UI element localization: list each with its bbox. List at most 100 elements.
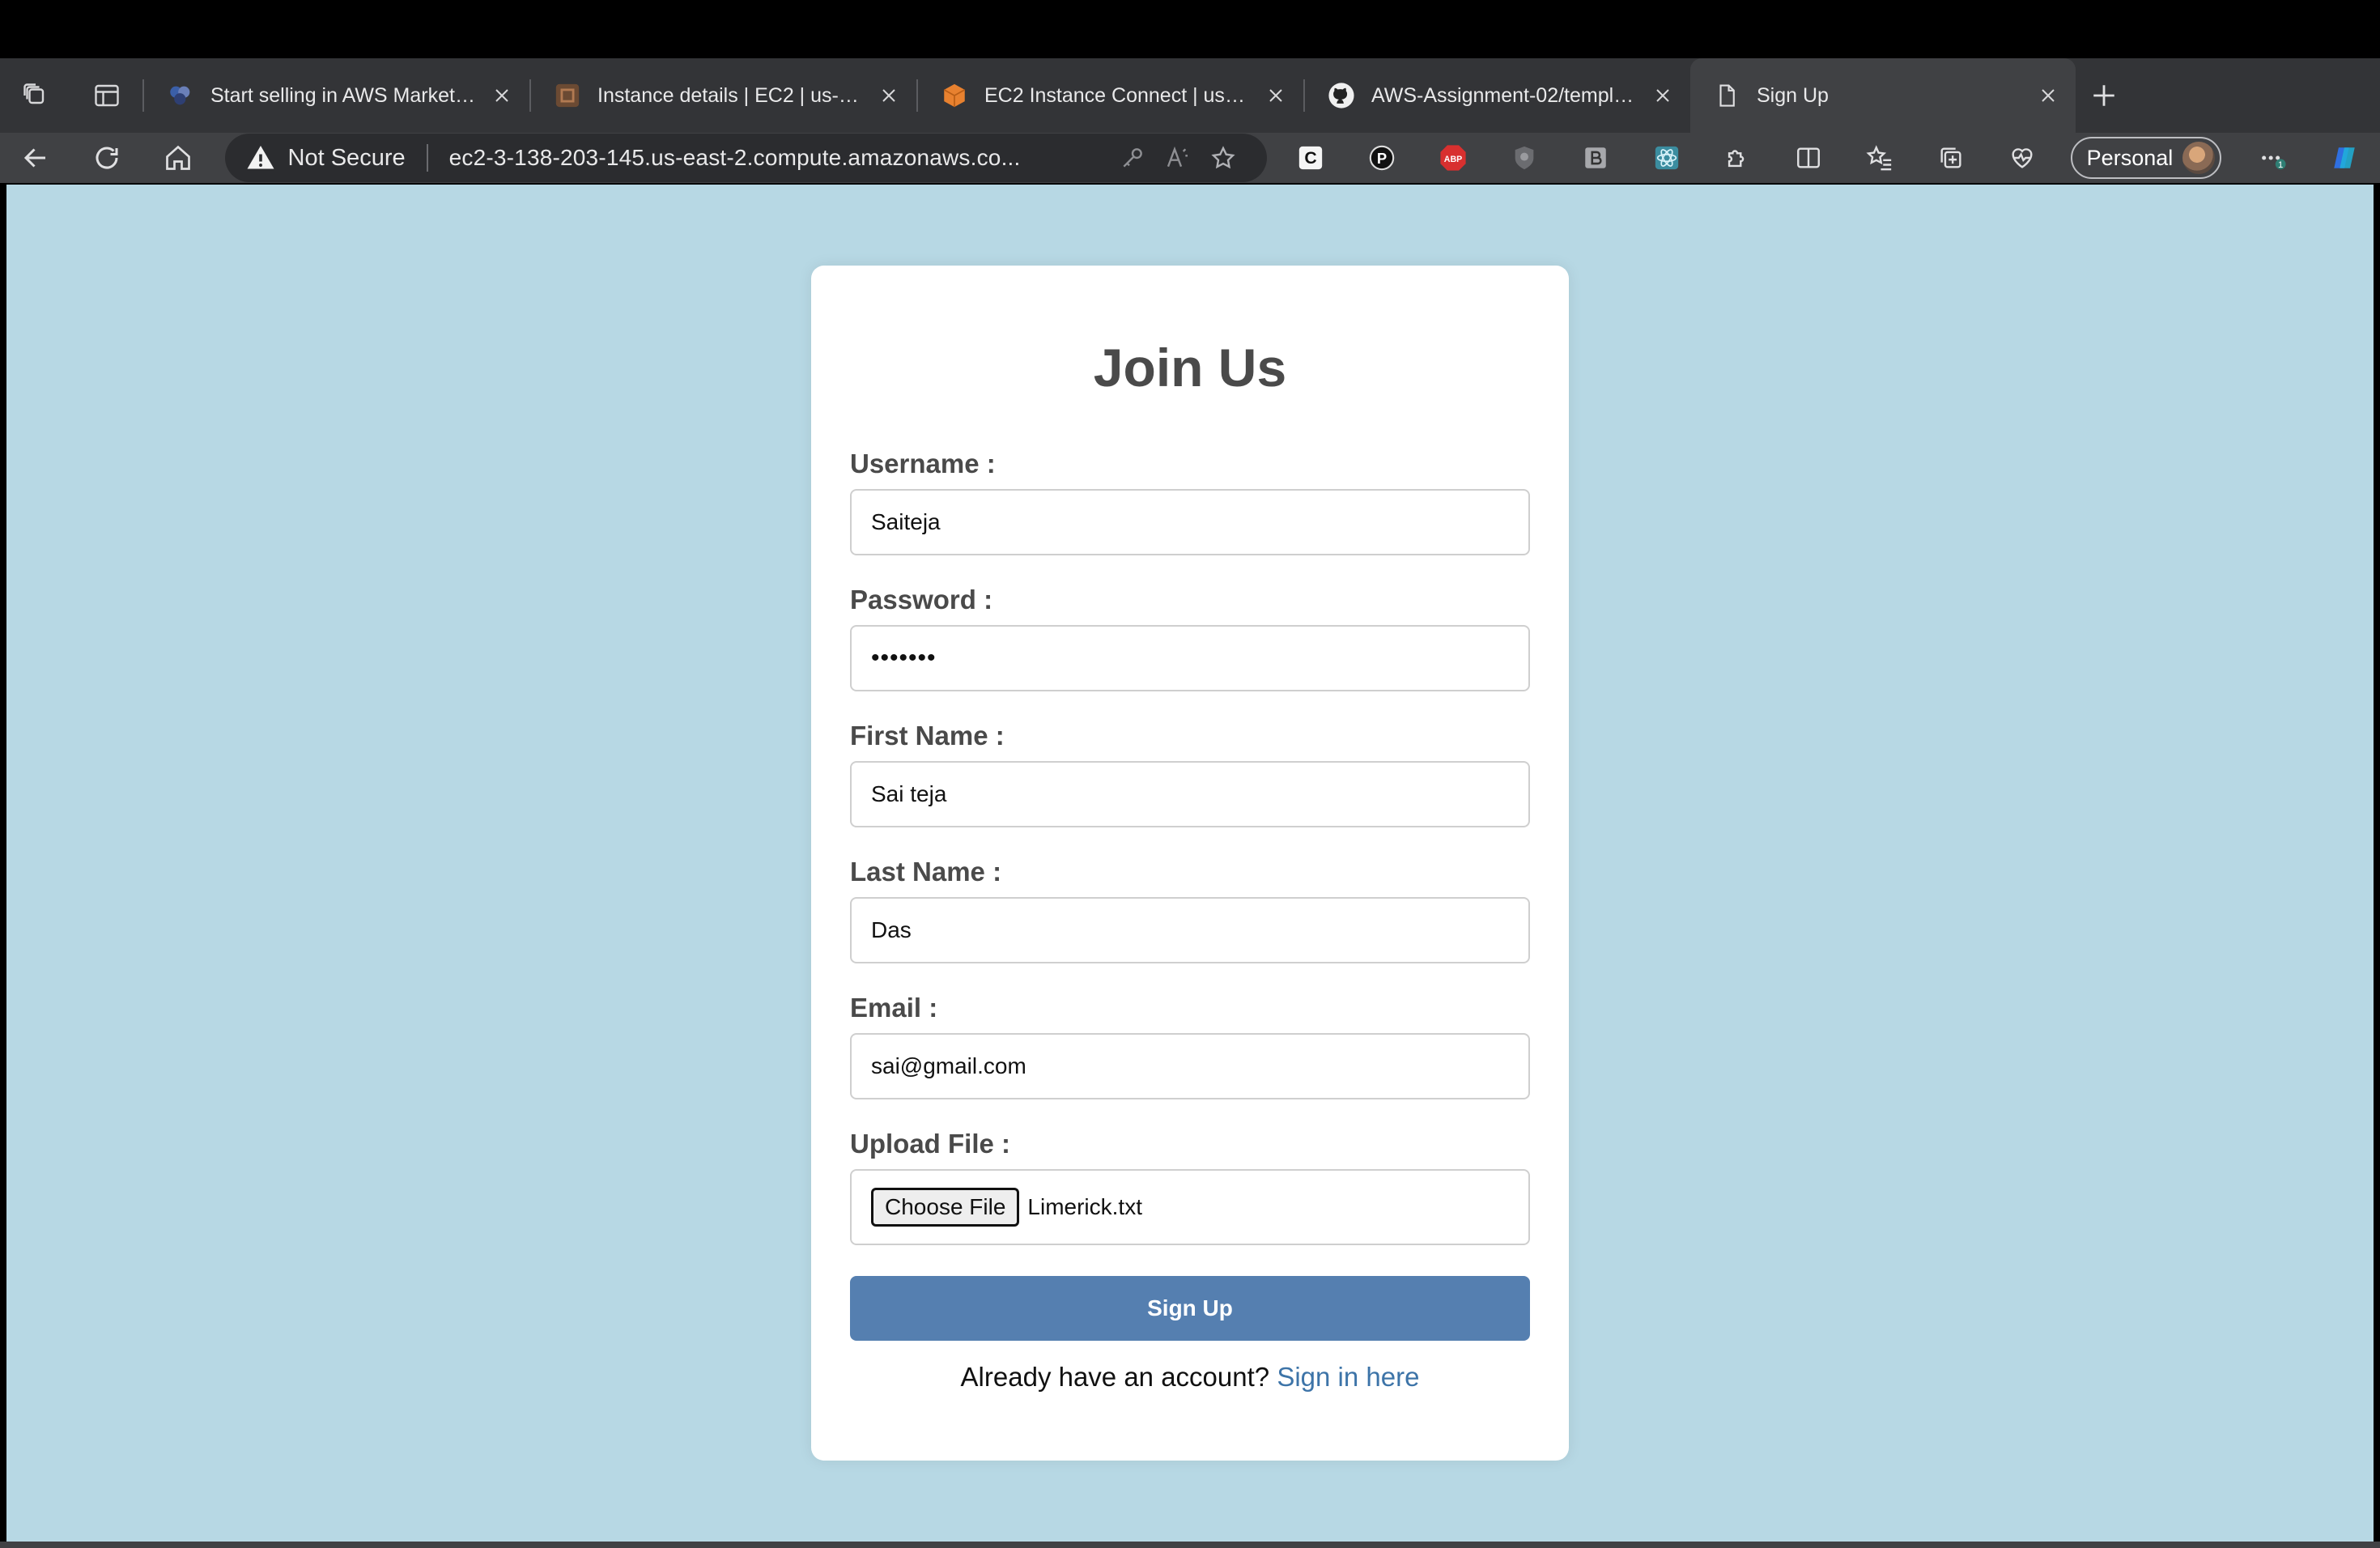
tab-ec2-instance-connect[interactable]: EC2 Instance Connect | us-east-2 xyxy=(918,58,1303,133)
home-button[interactable] xyxy=(142,133,214,183)
password-key-button[interactable] xyxy=(1110,134,1155,182)
settings-menu-button[interactable]: 1 xyxy=(2238,133,2309,183)
github-icon xyxy=(1328,82,1355,109)
star-icon xyxy=(1211,146,1235,169)
refresh-button[interactable] xyxy=(71,133,142,183)
c-extension-icon: C xyxy=(1299,146,1323,170)
workspaces-button[interactable] xyxy=(0,58,71,133)
svg-text:ABP: ABP xyxy=(1444,155,1462,164)
navigation-toolbar: Not Secure ec2-3-138-203-145.us-east-2.c… xyxy=(0,133,2380,183)
extension-adblock-plus[interactable]: ABP xyxy=(1417,133,1489,183)
svg-text:1: 1 xyxy=(2278,160,2283,170)
last-name-label: Last Name : xyxy=(850,857,1002,887)
page-viewport: Join Us Username : Password : First Name… xyxy=(6,185,2374,1542)
key-icon xyxy=(1123,148,1143,168)
tab-github-repo[interactable]: AWS-Assignment-02/templates xyxy=(1305,58,1690,133)
tab-title: EC2 Instance Connect | us-east-2 xyxy=(984,83,1252,107)
favorites-button[interactable] xyxy=(1844,133,1915,183)
window-bottom-border xyxy=(0,1542,2380,1548)
window-titlebar xyxy=(0,0,2380,58)
vertical-tabs-button[interactable] xyxy=(71,58,142,133)
home-icon xyxy=(165,145,190,170)
tab-title: Start selling in AWS Marketplace xyxy=(210,83,478,107)
split-screen-icon xyxy=(1797,147,1821,168)
favorite-button[interactable] xyxy=(1201,134,1246,182)
ec2-icon xyxy=(554,82,581,109)
close-tab-icon[interactable] xyxy=(2035,83,2061,108)
password-field[interactable] xyxy=(850,625,1530,691)
tab-actions-icon xyxy=(95,84,119,107)
extension-p[interactable]: P xyxy=(1346,133,1417,183)
new-tab-button[interactable] xyxy=(2076,58,2132,133)
copilot-icon xyxy=(2334,147,2355,168)
favorites-icon xyxy=(1866,145,1892,171)
email-field[interactable] xyxy=(850,1033,1530,1099)
close-tab-icon[interactable] xyxy=(1650,83,1676,108)
security-status[interactable]: Not Secure xyxy=(288,145,406,172)
address-divider xyxy=(426,144,428,172)
avatar xyxy=(2182,142,2216,174)
shield-extension-icon xyxy=(1515,146,1534,170)
react-devtools-icon xyxy=(1655,146,1678,170)
warning-icon xyxy=(247,146,274,169)
tab-title: Instance details | EC2 | us-east-2 xyxy=(597,83,865,107)
split-screen-button[interactable] xyxy=(1773,133,1844,183)
signup-card: Join Us Username : Password : First Name… xyxy=(811,266,1569,1461)
tab-aws-marketplace[interactable]: Start selling in AWS Marketplace xyxy=(144,58,529,133)
tab-instance-details[interactable]: Instance details | EC2 | us-east-2 xyxy=(531,58,916,133)
extension-react[interactable] xyxy=(1631,133,1702,183)
tab-title: Sign Up xyxy=(1757,83,1829,107)
profile-button[interactable]: Personal xyxy=(2070,137,2222,179)
back-button[interactable] xyxy=(0,133,71,183)
browser-essentials-button[interactable] xyxy=(1987,133,2058,183)
extensions-button[interactable] xyxy=(1702,133,1773,183)
workspaces-icon xyxy=(23,83,45,104)
svg-text:C: C xyxy=(1305,148,1317,168)
read-aloud-button[interactable] xyxy=(1155,134,1201,182)
selected-file-name: Limerick.txt xyxy=(1027,1194,1142,1219)
page-title: Join Us xyxy=(1093,338,1287,398)
puzzle-icon xyxy=(1728,150,1745,168)
refresh-icon xyxy=(96,147,118,169)
more-options-icon: 1 xyxy=(2262,155,2286,170)
profile-label: Personal xyxy=(2086,145,2174,170)
aws-marketplace-icon xyxy=(167,82,194,109)
back-arrow-icon xyxy=(23,148,45,168)
close-tab-icon[interactable] xyxy=(489,83,515,108)
close-tab-icon[interactable] xyxy=(876,83,902,108)
last-name-field[interactable] xyxy=(850,897,1530,963)
email-label: Email : xyxy=(850,993,938,1023)
extension-shield[interactable] xyxy=(1489,133,1560,183)
heart-pulse-icon xyxy=(2012,148,2033,168)
url-text[interactable]: ec2-3-138-203-145.us-east-2.compute.amaz… xyxy=(449,145,1111,171)
sign-up-button[interactable]: Sign Up xyxy=(850,1276,1530,1341)
copilot-button[interactable] xyxy=(2309,133,2380,183)
tab-title: AWS-Assignment-02/templates xyxy=(1371,83,1638,107)
username-field[interactable] xyxy=(850,489,1530,555)
close-tab-icon[interactable] xyxy=(1263,83,1289,108)
file-upload-field: Choose File Limerick.txt xyxy=(850,1169,1530,1245)
b-extension-icon xyxy=(1584,147,1606,168)
read-aloud-icon xyxy=(1167,146,1188,168)
tab-bar: Start selling in AWS Marketplace Instanc… xyxy=(0,58,2380,133)
extension-b[interactable] xyxy=(1560,133,1631,183)
username-label: Username : xyxy=(850,449,996,478)
password-label: Password : xyxy=(850,585,993,615)
signin-prompt-text: Already have an account? xyxy=(960,1362,1270,1392)
tab-sign-up[interactable]: Sign Up xyxy=(1690,58,2076,133)
adblock-plus-icon: ABP xyxy=(1440,145,1466,171)
svg-text:P: P xyxy=(1377,150,1387,167)
first-name-field[interactable] xyxy=(850,761,1530,827)
choose-file-button[interactable]: Choose File xyxy=(871,1188,1020,1227)
ec2-cube-icon xyxy=(941,82,968,109)
p-extension-icon: P xyxy=(1369,145,1395,171)
sign-in-link[interactable]: Sign in here xyxy=(1277,1362,1419,1392)
first-name-label: First Name : xyxy=(850,721,1005,751)
extension-c[interactable]: C xyxy=(1275,133,1346,183)
plus-icon xyxy=(2093,85,2114,106)
collections-button[interactable] xyxy=(1915,133,1987,183)
collections-icon xyxy=(1940,147,1961,168)
upload-file-label: Upload File : xyxy=(850,1129,1010,1159)
address-bar[interactable]: Not Secure ec2-3-138-203-145.us-east-2.c… xyxy=(224,134,1268,182)
page-icon xyxy=(1713,82,1740,109)
